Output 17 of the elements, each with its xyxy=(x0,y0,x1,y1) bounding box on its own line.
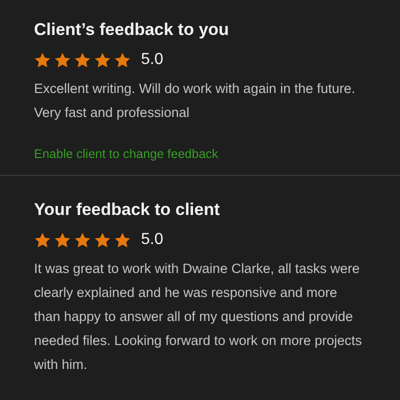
star-icon xyxy=(94,232,111,248)
star-icon xyxy=(114,52,131,68)
star-icon xyxy=(54,232,71,248)
feedback-text: Excellent writing. Will do work with again in the future. Very fast and professional xyxy=(34,80,356,122)
star-icon xyxy=(34,232,51,248)
star-icon xyxy=(54,52,71,68)
star-icon xyxy=(94,52,111,68)
star-icon xyxy=(74,52,91,68)
star-icon xyxy=(114,232,131,248)
section-title: Client’s feedback to you xyxy=(34,19,230,41)
star-icon xyxy=(34,52,51,68)
star-icon xyxy=(74,232,91,248)
feedback-text: It was great to work with Dwaine Clarke, all tasks were clearly explained and he was responsive and more than happy to answer all of my questions and provide needed files. Looking forward to work on more projects with him. xyxy=(34,260,363,374)
enable-feedback-link[interactable]: Enable client to change feedback xyxy=(34,147,218,161)
section-title: Your feedback to client xyxy=(34,199,221,221)
rating-value: 5.0 xyxy=(141,51,164,69)
rating-value: 5.0 xyxy=(141,231,164,249)
